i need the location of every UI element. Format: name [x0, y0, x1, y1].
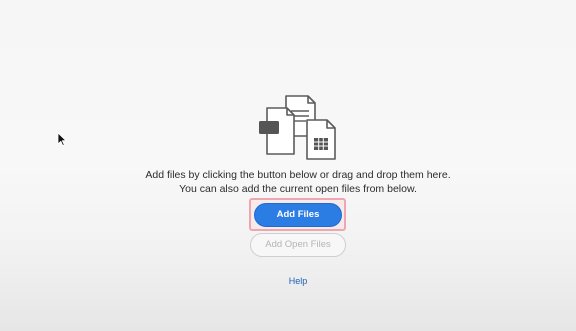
add-open-files-button[interactable]: Add Open Files: [250, 233, 346, 257]
combine-files-icon: [259, 95, 336, 160]
add-files-button[interactable]: Add Files: [254, 203, 342, 227]
mouse-pointer-icon: [57, 132, 67, 146]
help-link[interactable]: Help: [283, 276, 313, 286]
instruction-line-1: Add files by clicking the button below o…: [145, 169, 451, 181]
instruction-line-2: You can also add the current open files …: [179, 183, 417, 195]
drop-zone-instructions: Add files by clicking the button below o…: [0, 168, 576, 196]
